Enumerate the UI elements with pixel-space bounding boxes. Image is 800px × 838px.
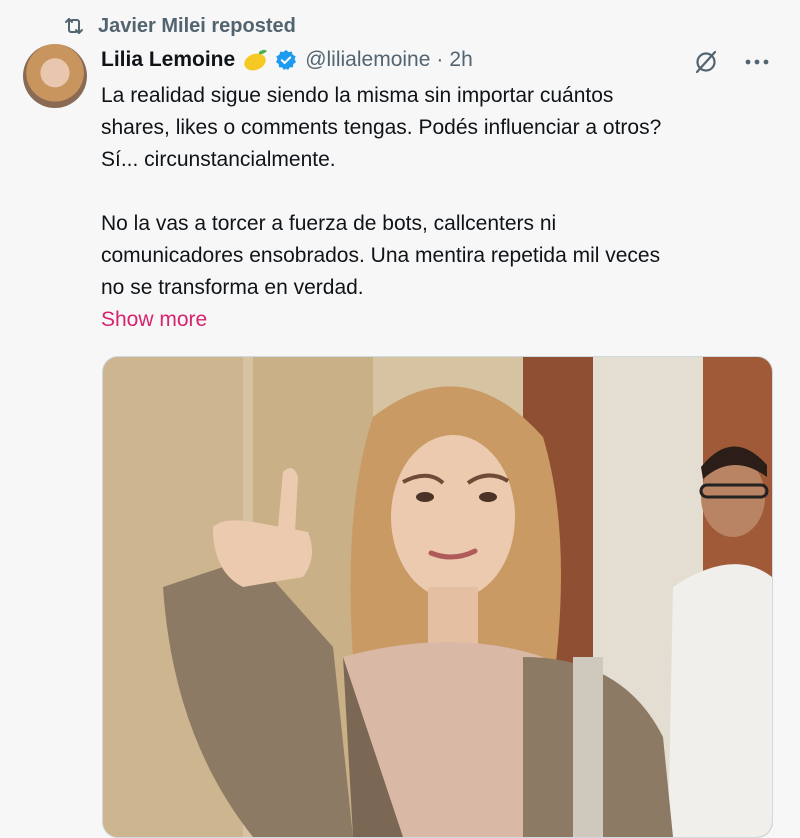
separator-dot: · <box>436 48 444 71</box>
repost-icon <box>62 14 86 38</box>
header-actions <box>692 48 770 76</box>
timestamp[interactable]: 2h <box>449 48 472 72</box>
tweet-text: La realidad sigue siendo la misma sin im… <box>101 80 781 304</box>
tweet-line: shares, likes o comments tengas. Podés i… <box>101 116 662 139</box>
tweet-photo[interactable] <box>102 356 773 838</box>
tweet-line: comunicadores ensobrados. Una mentira re… <box>101 244 661 267</box>
verified-badge-icon[interactable] <box>275 49 297 71</box>
repost-indicator[interactable]: Javier Milei reposted <box>62 12 296 40</box>
repost-label: Javier Milei reposted <box>98 14 296 37</box>
grok-icon[interactable] <box>692 48 720 76</box>
tweet-line: Sí... circunstancialmente. <box>101 148 336 171</box>
show-more-link[interactable]: Show more <box>101 304 207 336</box>
tweet-header: Lilia Lemoine @lilialemoine · 2h <box>101 44 791 76</box>
more-options-icon[interactable] <box>744 58 770 66</box>
lemon-emoji-icon <box>241 48 271 72</box>
tweet-line: La realidad sigue siendo la misma sin im… <box>101 84 614 107</box>
tweet-line: no se transforma en verdad. <box>101 276 364 299</box>
tweet-line: No la vas a torcer a fuerza de bots, cal… <box>101 212 557 235</box>
photo-illustration <box>103 357 772 837</box>
tweet[interactable]: Javier Milei reposted Lilia Lemoine @lil… <box>0 0 800 838</box>
author-name[interactable]: Lilia Lemoine <box>101 48 235 72</box>
author-handle[interactable]: @lilialemoine <box>305 48 430 72</box>
avatar[interactable] <box>23 44 87 108</box>
